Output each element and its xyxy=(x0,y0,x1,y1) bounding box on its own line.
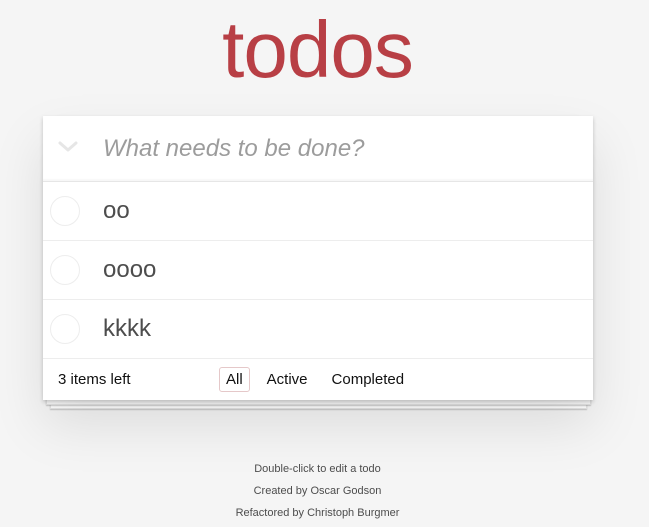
todo-label[interactable]: oo xyxy=(103,182,130,240)
info-created-by: Created by Oscar Godson xyxy=(253,485,382,497)
filter-completed[interactable]: Completed xyxy=(325,367,412,392)
filter-active[interactable]: Active xyxy=(260,367,315,392)
todo-checkbox[interactable] xyxy=(50,196,80,226)
info-edit-hint: Double-click to edit a todo xyxy=(254,463,381,475)
todo-item[interactable]: kkkk xyxy=(43,300,593,359)
chevron-down-icon[interactable] xyxy=(54,133,82,161)
todo-header xyxy=(43,116,593,182)
info-footer: Double-click to edit a todo Created by O… xyxy=(0,458,635,524)
app-title: todos xyxy=(222,5,414,94)
items-left-count: 3 items left xyxy=(58,371,131,388)
todo-app: oo oooo kkkk 3 items left All Active Com… xyxy=(43,116,593,400)
new-todo-input[interactable] xyxy=(103,116,583,181)
todo-label[interactable]: oooo xyxy=(103,241,156,299)
info-refactored-by: Refactored by Christoph Burgmer xyxy=(235,507,400,519)
todo-label[interactable]: kkkk xyxy=(103,300,151,358)
page: todos oo oooo kkkk xyxy=(0,0,649,527)
filter-bar: All Active Completed xyxy=(219,367,411,392)
todo-checkbox[interactable] xyxy=(50,314,80,344)
todo-checkbox[interactable] xyxy=(50,255,80,285)
todo-item[interactable]: oo xyxy=(43,182,593,241)
todo-item[interactable]: oooo xyxy=(43,241,593,300)
filter-all[interactable]: All xyxy=(219,367,250,392)
todo-footer: 3 items left All Active Completed xyxy=(43,359,593,400)
todo-list: oo oooo kkkk xyxy=(43,182,593,359)
